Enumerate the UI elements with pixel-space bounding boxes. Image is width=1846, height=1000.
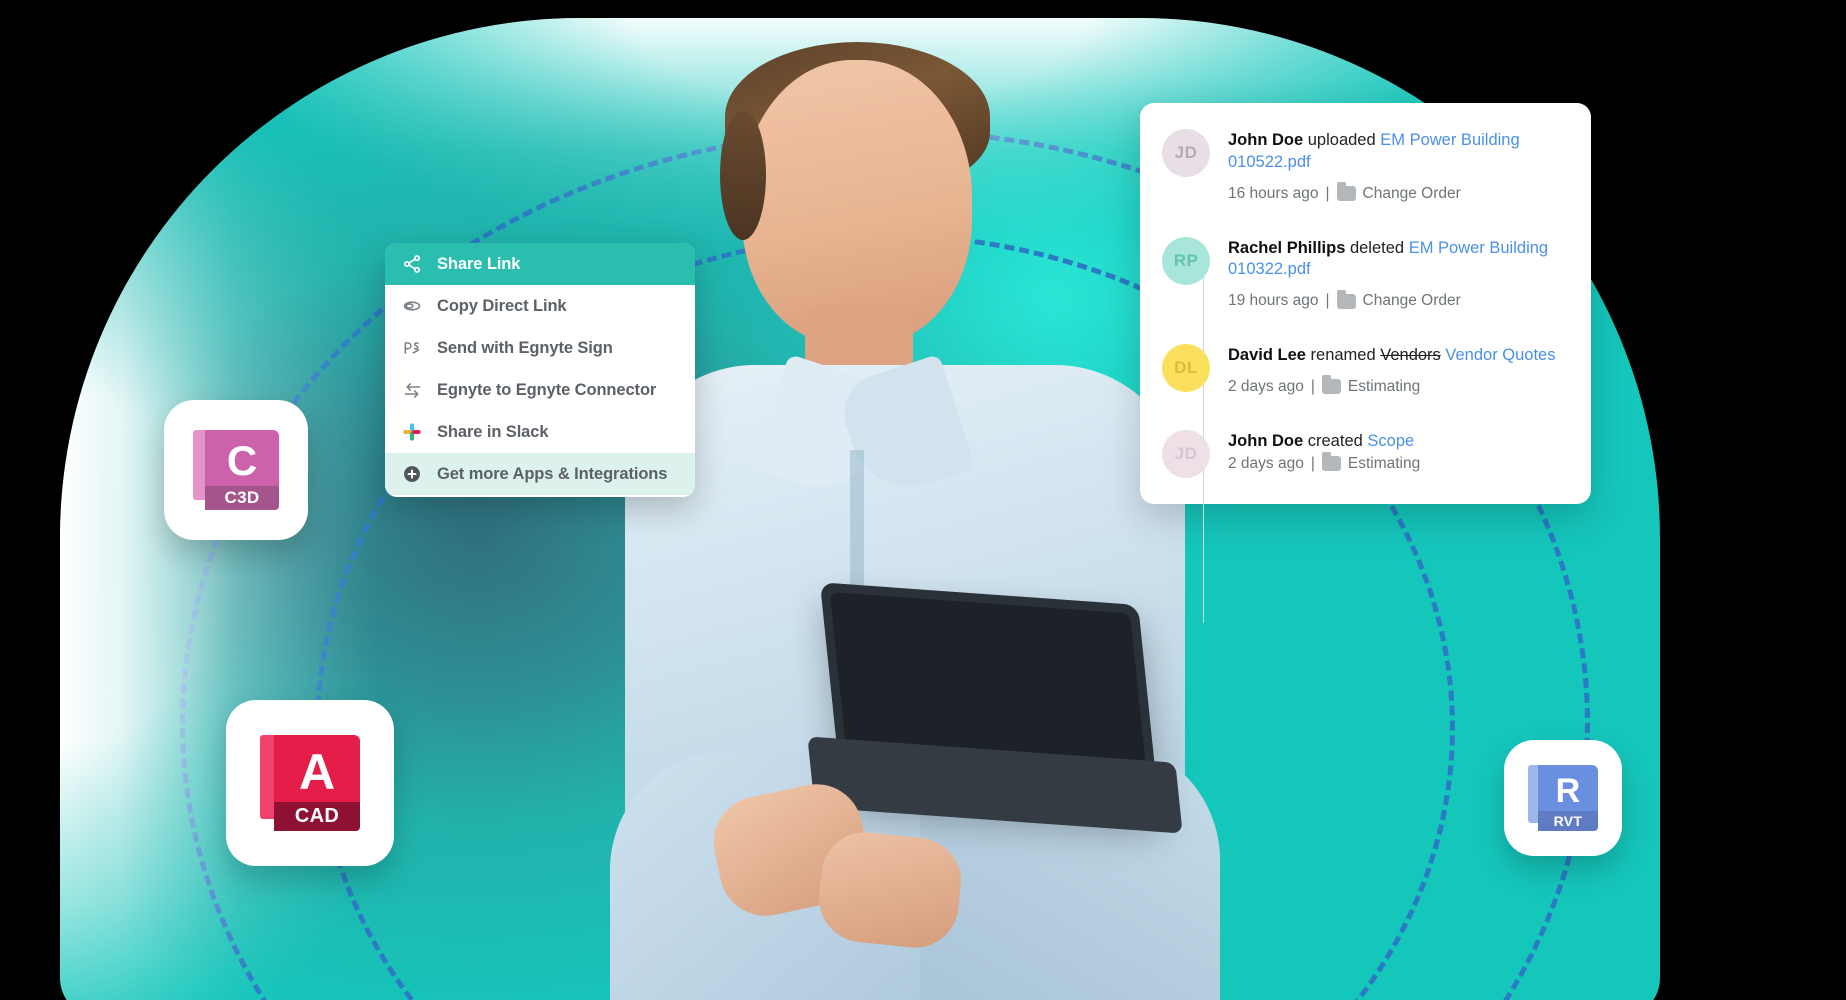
avatar: DL <box>1162 344 1210 393</box>
action-verb: created <box>1303 431 1368 450</box>
avatar: RP <box>1162 236 1210 285</box>
folder-icon <box>1336 289 1356 309</box>
icon-letter: C <box>226 437 258 485</box>
activity-entry-text: John Doe uploaded EM Power Building 0105… <box>1228 130 1567 174</box>
activity-entry-meta: 2 days ago | Estimating <box>1228 375 1567 396</box>
target-link[interactable]: Scope <box>1367 432 1414 450</box>
menu-item-send-with-egnyte-sign[interactable]: Send with Egnyte Sign <box>385 327 695 369</box>
hero-illustration: Share Link Copy Direct Link Send with Eg… <box>0 0 1846 1000</box>
menu-item-label: Share Link <box>437 254 521 273</box>
actor-name: John Doe <box>1228 131 1304 149</box>
action-verb: uploaded <box>1303 131 1381 149</box>
head <box>742 60 972 345</box>
activity-entry-text: John Doe created Scope <box>1228 431 1567 453</box>
menu-item-share-link[interactable]: Share Link <box>385 243 695 285</box>
app-tile-autocad[interactable]: A CAD <box>226 700 394 866</box>
activity-entry-body: John Doe created Scope 2 days ago | Estimat… <box>1228 430 1567 478</box>
activity-entry-body: John Doe uploaded EM Power Building 0105… <box>1228 129 1567 203</box>
actor-name: Rachel Phillips <box>1228 238 1346 257</box>
activity-feed-card: JD John Doe uploaded EM Power Building 01… <box>1140 103 1591 623</box>
timestamp: 19 hours ago <box>1228 292 1319 310</box>
signature-icon <box>401 337 423 359</box>
folder-icon <box>1321 452 1341 472</box>
activity-entry: JD John Doe created Scope 2 days ago | Estim… <box>1162 429 1567 478</box>
activity-entry-meta: 16 hours ago | Change Order <box>1228 182 1567 203</box>
hair-side <box>720 110 766 240</box>
meta-separator: | <box>1325 292 1330 310</box>
meta-separator: | <box>1310 377 1315 395</box>
share-menu[interactable]: Share Link Copy Direct Link Send with Eg… <box>385 243 695 497</box>
menu-item-egnyte-to-egnyte-connector[interactable]: Egnyte to Egnyte Connector <box>385 369 695 411</box>
folder-icon <box>1336 182 1356 202</box>
activity-entry-text: David Lee renamed Vendors Vendor Quotes <box>1228 345 1567 367</box>
menu-item-label: Send with Egnyte Sign <box>437 338 613 357</box>
civil3d-file-icon: C C3D <box>193 430 279 510</box>
actor-name: David Lee <box>1228 346 1306 365</box>
activity-list: JD John Doe uploaded EM Power Building 01… <box>1162 129 1567 478</box>
menu-item-copy-direct-link[interactable]: Copy Direct Link <box>385 285 695 327</box>
activity-entry-body: Rachel Phillips deleted EM Power Buildin… <box>1228 237 1567 311</box>
menu-item-get-more-apps[interactable]: Get more Apps & Integrations <box>385 453 695 495</box>
avatar: JD <box>1162 429 1210 478</box>
icon-bar: CAD <box>274 802 360 831</box>
app-tile-revit[interactable]: R RVT <box>1504 740 1622 856</box>
meta-separator: | <box>1325 184 1330 202</box>
avatar: JD <box>1162 129 1210 177</box>
meta-separator: | <box>1310 454 1315 472</box>
autocad-file-icon: A CAD <box>260 735 360 831</box>
target-link[interactable]: Vendor Quotes <box>1445 346 1555 364</box>
icon-label: CAD <box>294 805 340 828</box>
folder-name[interactable]: Change Order <box>1363 292 1461 310</box>
swap-arrows-icon <box>401 379 423 401</box>
share-nodes-icon <box>401 253 423 275</box>
menu-item-label: Get more Apps & Integrations <box>437 464 668 483</box>
actor-name: John Doe <box>1228 431 1304 450</box>
menu-item-label: Copy Direct Link <box>437 296 567 315</box>
menu-item-label: Share in Slack <box>437 422 549 441</box>
icon-letter: A <box>298 744 336 801</box>
icon-label: RVT <box>1553 813 1583 830</box>
activity-entry: JD John Doe uploaded EM Power Building 01… <box>1162 129 1567 203</box>
app-tile-civil3d[interactable]: C C3D <box>164 400 308 540</box>
hand-right <box>814 827 966 953</box>
icon-bar: RVT <box>1537 811 1598 831</box>
icon-bar: C3D <box>205 486 279 510</box>
folder-name[interactable]: Estimating <box>1348 455 1420 473</box>
activity-entry-text: Rachel Phillips deleted EM Power Buildin… <box>1228 238 1567 282</box>
plus-circle-icon <box>401 463 423 485</box>
slack-icon <box>401 421 423 443</box>
menu-item-share-in-slack[interactable]: Share in Slack <box>385 411 695 453</box>
activity-entry: RP Rachel Phillips deleted EM Power Build… <box>1162 236 1567 311</box>
menu-item-label: Egnyte to Egnyte Connector <box>437 380 657 399</box>
icon-letter: R <box>1555 771 1581 810</box>
folder-icon <box>1321 375 1341 395</box>
folder-name[interactable]: Change Order <box>1363 185 1461 203</box>
activity-entry-meta: 19 hours ago | Change Order <box>1228 289 1567 310</box>
activity-entry: DL David Lee renamed Vendors Vendor Quote… <box>1162 344 1567 396</box>
activity-entry-body: David Lee renamed Vendors Vendor Quotes 2… <box>1228 344 1567 396</box>
timestamp: 2 days ago <box>1228 454 1304 472</box>
link-chain-icon <box>401 295 423 317</box>
activity-entry-meta: 2 days ago | Estimating <box>1228 452 1567 473</box>
icon-label: C3D <box>224 488 260 507</box>
action-verb: renamed <box>1305 346 1381 365</box>
action-verb: deleted <box>1345 238 1409 257</box>
revit-file-icon: R RVT <box>1528 765 1598 831</box>
timestamp: 16 hours ago <box>1228 184 1319 202</box>
previous-name: Vendors <box>1380 346 1441 365</box>
folder-name[interactable]: Estimating <box>1348 378 1420 396</box>
timestamp: 2 days ago <box>1228 377 1304 395</box>
